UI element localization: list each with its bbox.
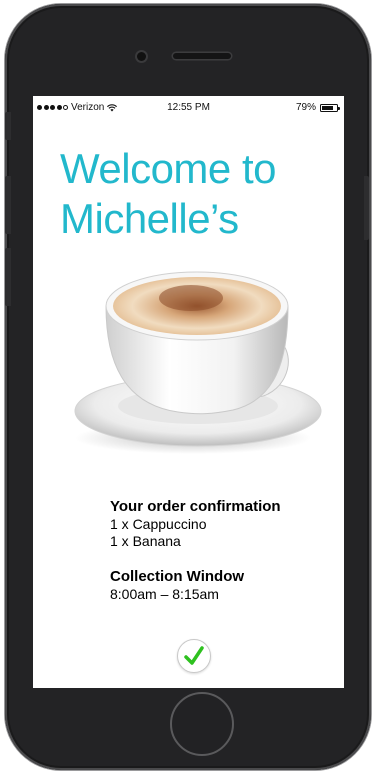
checkmark-icon <box>184 646 204 665</box>
order-summary: Your order confirmation 1 x Cappuccino 1… <box>110 498 340 603</box>
order-confirmation-title: Your order confirmation <box>110 498 281 515</box>
welcome-line-1: Welcome to <box>60 145 276 192</box>
volume-down-button <box>5 248 11 306</box>
battery-percent: 79% <box>295 102 316 113</box>
confirm-button[interactable] <box>177 639 211 673</box>
power-button <box>364 176 369 240</box>
order-item: 1 x Cappuccino <box>110 516 207 532</box>
battery-icon <box>320 103 340 112</box>
cappuccino-image <box>63 266 323 456</box>
collection-window-title: Collection Window <box>110 568 245 585</box>
status-bar: Verizon 12:55 PM 79% <box>33 96 344 118</box>
welcome-heading: Welcome to Michelle’s <box>60 144 340 244</box>
front-camera <box>137 52 146 61</box>
earpiece-speaker <box>173 53 231 59</box>
app-screen: Verizon 12:55 PM 79% Welcome to Michelle… <box>33 96 344 688</box>
order-item: 1 x Banana <box>110 533 181 549</box>
welcome-line-2: Michelle’s <box>60 195 239 242</box>
home-button[interactable] <box>170 692 234 756</box>
battery-info: 79% <box>295 102 340 113</box>
collection-window-time: 8:00am – 8:15am <box>110 586 219 602</box>
volume-up-button <box>5 176 11 234</box>
mute-switch <box>5 112 11 140</box>
